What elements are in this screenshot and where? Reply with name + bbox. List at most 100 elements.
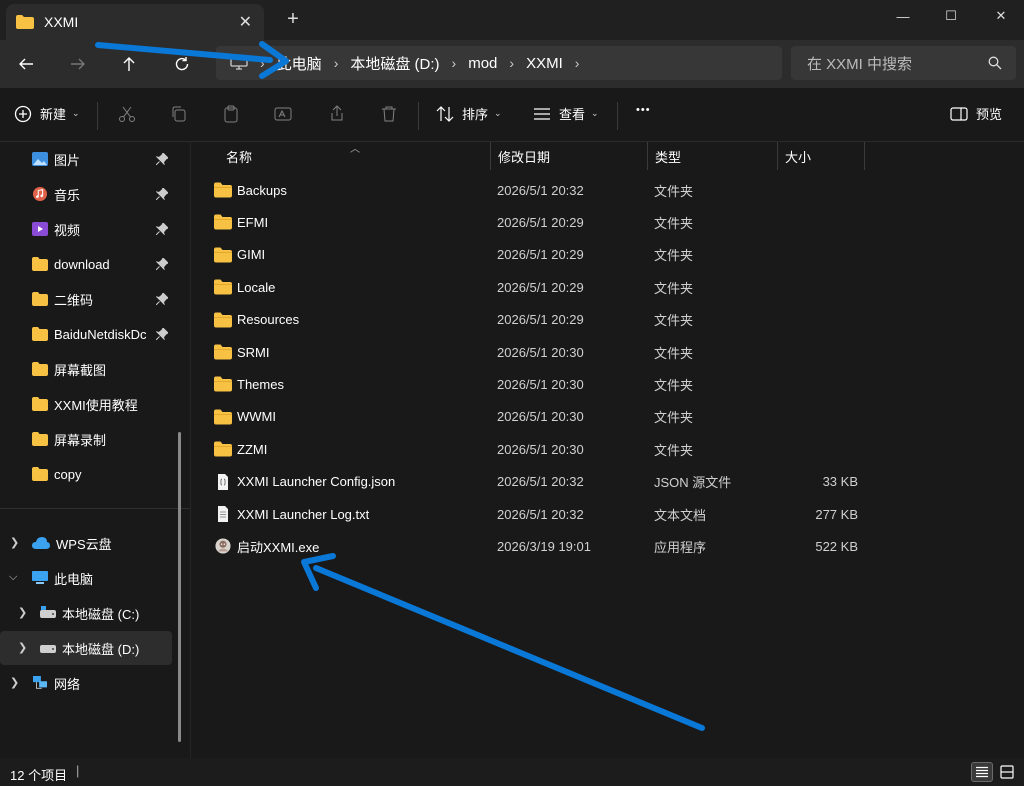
pin-icon[interactable] [156,153,168,165]
pin-icon[interactable] [156,328,168,340]
paste-icon[interactable] [222,105,240,123]
chevron-down-icon[interactable]: ⌵ [9,571,17,584]
breadcrumb-separator[interactable]: › [260,55,265,71]
sidebar-item-label: 网络 [54,676,81,692]
file-row[interactable]: GIMI 2026/5/1 20:29 文件夹 [192,239,1024,271]
sort-button[interactable]: 排序 ⌄ [436,104,502,123]
file-name: Backups [237,182,287,198]
breadcrumb-mod[interactable]: mod [468,55,497,72]
folder-icon [214,344,232,360]
file-row[interactable]: ZZMI 2026/5/1 20:30 文件夹 [192,433,1024,465]
column-header-name[interactable]: 名称 [218,142,488,170]
sidebar-item-label: XXMI使用教程 [54,397,138,413]
pin-icon[interactable] [156,293,168,305]
sidebar-item-screenshots[interactable]: 屏幕截图 [0,352,172,386]
share-icon[interactable] [328,105,346,123]
maximize-button[interactable]: ☐ [928,0,974,32]
file-name: Resources [237,312,300,328]
folder-icon [214,279,232,295]
address-bar[interactable]: › 此电脑 › 本地磁盘 (D:) › mod › XXMI › [216,46,782,80]
file-row[interactable]: EFMI 2026/5/1 20:29 文件夹 [192,206,1024,238]
back-button[interactable] [14,52,38,76]
chevron-right-icon[interactable]: ❯ [18,641,27,654]
file-name: Themes [237,376,284,392]
sort-icon [436,105,454,122]
close-button[interactable]: ✕ [978,0,1024,32]
this-pc-icon [32,571,48,584]
file-modified: 2026/5/1 20:30 [497,344,584,360]
sidebar-item-label: 本地磁盘 (C:) [62,606,140,622]
music-icon [33,187,47,201]
chevron-right-icon[interactable]: ❯ [10,536,19,549]
file-row[interactable]: WWMI 2026/5/1 20:30 文件夹 [192,401,1024,433]
breadcrumb-separator[interactable]: › [334,55,339,71]
tab-close-icon[interactable]: ✕ [239,12,252,32]
sidebar-item-copy[interactable]: copy [0,457,172,491]
file-row[interactable]: Backups 2026/5/1 20:32 文件夹 [192,174,1024,206]
sidebar-item-qrcode[interactable]: 二维码 [0,282,172,316]
breadcrumb-separator[interactable]: › [452,55,457,71]
file-row[interactable]: XXMI Launcher Log.txt 2026/5/1 20:32 文本文档 2… [192,498,1024,530]
delete-icon[interactable] [380,105,398,123]
details-view-button[interactable] [971,762,993,782]
chevron-right-icon[interactable]: ❯ [10,676,19,689]
sidebar-item-label: 屏幕截图 [54,362,107,378]
breadcrumb-drive-d[interactable]: 本地磁盘 (D:) [350,53,439,74]
minimize-button[interactable]: — [880,0,926,32]
column-divider[interactable] [864,142,865,170]
view-button[interactable]: 查看 ⌄ [533,104,599,123]
more-options-button[interactable]: ••• [636,104,651,116]
refresh-button[interactable] [170,52,194,76]
json-file-icon [218,473,228,490]
tab-xxmi[interactable]: XXMI ✕ [6,4,264,40]
sidebar-item-videos[interactable]: 视频 [0,212,172,246]
sidebar-item-music[interactable]: 音乐 [0,177,172,211]
file-row[interactable]: 启动XXMI.exe 2026/3/19 19:01 应用程序 522 KB [192,530,1024,562]
breadcrumb-xxmi[interactable]: XXMI [526,55,563,72]
chevron-right-icon[interactable]: ❯ [18,606,27,619]
folder-icon [32,432,48,446]
search-input[interactable]: 在 XXMI 中搜索 [791,46,1016,80]
sidebar-item-network[interactable]: ❯ 网络 [0,666,172,700]
file-size: 33 KB [822,474,858,490]
chevron-down-icon: ⌄ [72,108,80,118]
up-button[interactable] [117,52,141,76]
sidebar-item-baidunetdisk[interactable]: BaiduNetdiskDc [0,317,172,351]
sidebar-item-download[interactable]: download [0,247,172,281]
file-row[interactable]: Resources 2026/5/1 20:29 文件夹 [192,304,1024,336]
sidebar-item-wps-cloud[interactable]: ❯ WPS云盘 [0,526,172,560]
sidebar-item-xxmi-tutorial[interactable]: XXMI使用教程 [0,387,172,421]
rename-icon[interactable] [274,105,292,123]
file-row[interactable]: SRMI 2026/5/1 20:30 文件夹 [192,336,1024,368]
sidebar-item-drive-d[interactable]: ❯ 本地磁盘 (D:) [0,631,172,665]
file-modified: 2026/5/1 20:29 [497,214,584,230]
breadcrumb-separator[interactable]: › [575,55,580,71]
file-row[interactable]: Themes 2026/5/1 20:30 文件夹 [192,368,1024,400]
new-button[interactable]: 新建 ⌄ [14,104,80,123]
new-tab-button[interactable]: + [283,8,303,31]
column-header-size[interactable]: 大小 [777,142,864,170]
pin-icon[interactable] [156,223,168,235]
file-row[interactable]: XXMI Launcher Config.json 2026/5/1 20:32 J… [192,466,1024,498]
pin-icon[interactable] [156,188,168,200]
preview-pane-button[interactable]: 预览 [950,104,1002,123]
status-separator: | [76,763,80,778]
sidebar-item-this-pc[interactable]: ⌵ 此电脑 [0,561,172,595]
pin-icon[interactable] [156,258,168,270]
sidebar-item-drive-c[interactable]: ❯ 本地磁盘 (C:) [0,596,172,630]
breadcrumb-this-pc[interactable]: 此电脑 [277,53,322,74]
sidebar-scrollbar[interactable] [178,432,181,742]
folder-icon [16,15,34,29]
column-header-modified[interactable]: 修改日期 [490,142,647,170]
sort-label: 排序 [462,107,489,122]
tiles-view-button[interactable] [996,762,1018,782]
column-header-type[interactable]: 类型 [647,142,777,170]
forward-button[interactable] [66,52,90,76]
sidebar-item-pictures[interactable]: 图片 [0,142,172,176]
breadcrumb-separator[interactable]: › [509,55,514,71]
file-row[interactable]: Locale 2026/5/1 20:29 文件夹 [192,271,1024,303]
sidebar-item-screen-recordings[interactable]: 屏幕录制 [0,422,172,456]
copy-icon[interactable] [170,105,188,123]
view-label: 查看 [559,107,586,122]
cut-icon[interactable] [118,105,136,123]
